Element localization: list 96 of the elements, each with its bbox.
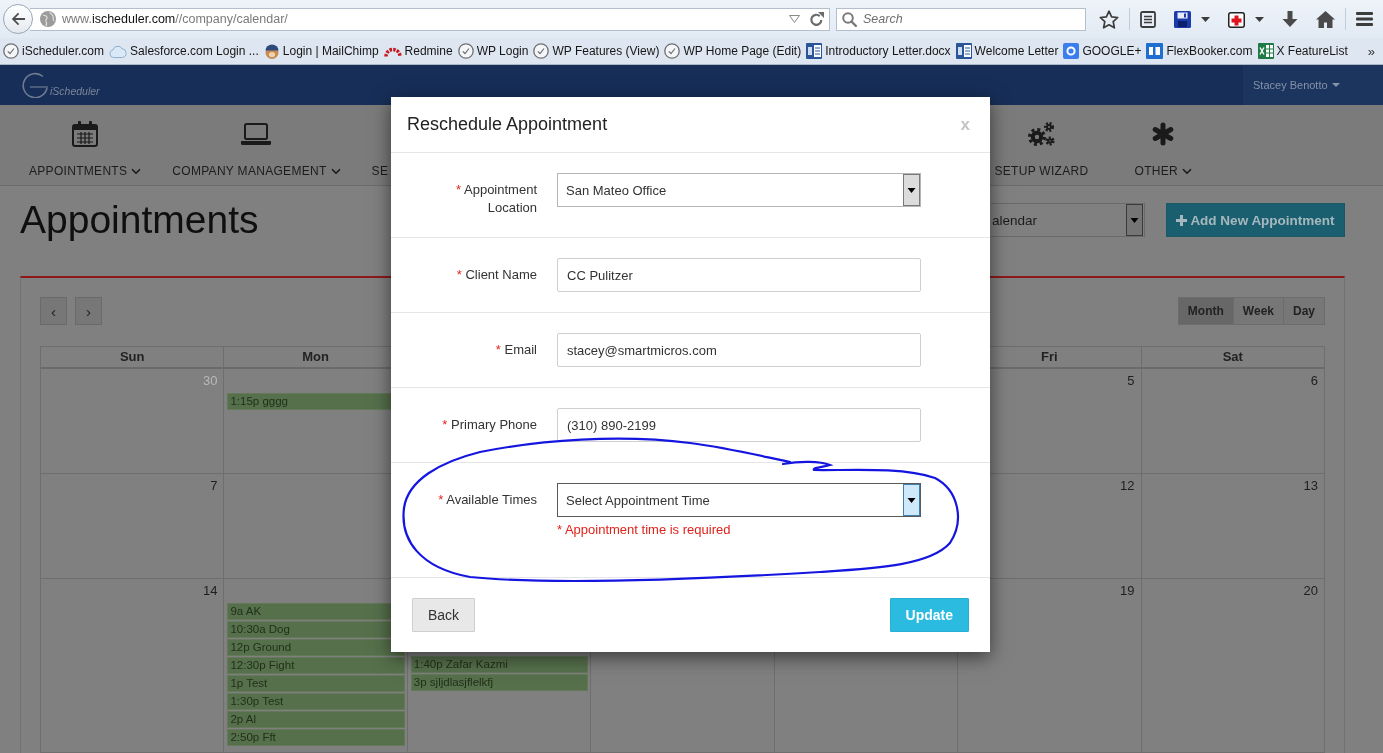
- globe-icon: [40, 11, 56, 27]
- select-field[interactable]: Select Appointment Time: [557, 483, 921, 517]
- bookmark-link[interactable]: FlexBooker.com: [1146, 43, 1253, 59]
- menu-icon[interactable]: [1356, 12, 1373, 26]
- download-icon[interactable]: [1282, 10, 1298, 28]
- day-number: 12: [1120, 478, 1135, 493]
- ring-tile-icon: [1063, 43, 1080, 59]
- search-icon: [842, 11, 857, 27]
- reload-icon[interactable]: [809, 11, 824, 27]
- check-circle-icon: [457, 43, 474, 59]
- calendar-event[interactable]: 1:40p Zafar Kazmi: [410, 656, 589, 673]
- check-circle-icon: [533, 43, 550, 59]
- asterisk-icon: [1151, 122, 1176, 146]
- day-number: 30: [202, 373, 218, 388]
- nav-menu-item[interactable]: APPOINTMENTS: [29, 105, 142, 185]
- text-input[interactable]: stacey@smartmicros.com: [557, 333, 921, 367]
- day-number: 7: [210, 478, 218, 493]
- calendar-event[interactable]: 1p Test: [227, 675, 405, 692]
- bookmark-link[interactable]: Welcome Letter: [955, 43, 1059, 59]
- calendar-event[interactable]: 3p sjljdlasjflelkfj: [410, 674, 589, 691]
- check-circle-icon: [664, 43, 681, 59]
- update-button[interactable]: Update: [889, 598, 969, 632]
- home-icon[interactable]: [1316, 10, 1335, 28]
- field-label: * Available Times: [437, 491, 537, 509]
- calendar-select-field[interactable]: alendar: [991, 203, 1145, 237]
- document-icon: [955, 43, 972, 59]
- page-title: Appointments: [20, 200, 259, 240]
- dropdown-triangle-icon[interactable]: [789, 15, 800, 23]
- modal-title: Reschedule Appointment: [407, 113, 608, 136]
- address-field[interactable]: www.ischeduler.com//company/calendar/: [30, 7, 830, 31]
- plus-icon: [1176, 214, 1188, 226]
- bookmark-link[interactable]: Introductory Letter.docx: [806, 43, 951, 59]
- arrow-left-icon: [10, 11, 26, 27]
- search-field[interactable]: Search: [836, 7, 1086, 31]
- calendar-event[interactable]: 12:30p Fight: [227, 657, 405, 674]
- day-number: 13: [1303, 478, 1318, 493]
- nav-menu-item[interactable]: COMPANY MANAGEMENT: [172, 105, 341, 185]
- calendar-event[interactable]: 2p Al: [227, 711, 405, 728]
- field-label: * Appointment Location: [455, 181, 537, 217]
- field-label: * Primary Phone: [441, 416, 537, 434]
- bookmark-link[interactable]: Salesforce.com Login ...: [109, 44, 259, 58]
- laptop-icon: [241, 123, 272, 145]
- add-appointment-button[interactable]: Add New Appointment: [1166, 203, 1345, 237]
- day-number: 5: [1127, 373, 1135, 388]
- calendar-event[interactable]: 12p Ground: [227, 639, 405, 656]
- next-button[interactable]: ›: [75, 297, 102, 325]
- select-field[interactable]: San Mateo Office: [557, 173, 921, 207]
- bookmarks-overflow-button[interactable]: »: [1365, 43, 1377, 59]
- mascot-icon: [263, 43, 280, 59]
- caret-icon[interactable]: [1201, 16, 1210, 22]
- spreadsheet-icon: [1257, 43, 1274, 59]
- bookmark-link[interactable]: WP Features (View): [533, 43, 660, 59]
- view-tab[interactable]: Month: [1177, 297, 1234, 325]
- view-tab[interactable]: Week: [1232, 297, 1284, 325]
- calendar-event[interactable]: 1:30p Test: [227, 693, 405, 710]
- back-button[interactable]: [3, 4, 33, 34]
- medical-cross-icon[interactable]: [1228, 10, 1245, 28]
- back-button[interactable]: Back: [412, 598, 476, 632]
- caret-icon[interactable]: [1255, 16, 1264, 22]
- error-message: * Appointment time is required: [557, 521, 732, 538]
- day-number: 19: [1120, 583, 1135, 598]
- tile-icon: [1146, 43, 1164, 59]
- text-input[interactable]: CC Pulitzer: [557, 258, 921, 292]
- bookmark-link[interactable]: iScheduler.com: [3, 43, 105, 59]
- day-number: 20: [1303, 583, 1318, 598]
- bookmark-link[interactable]: WP Home Page (Edit): [664, 43, 802, 59]
- day-number: 6: [1310, 373, 1318, 388]
- field-label: * Email: [494, 341, 537, 359]
- logo-icon: [22, 72, 48, 98]
- view-tab[interactable]: Day: [1283, 297, 1325, 325]
- calendar-event[interactable]: 2:50p Fft: [227, 729, 405, 746]
- nav-menu-item[interactable]: OTHER: [1134, 105, 1192, 185]
- check-circle-icon: [3, 43, 19, 59]
- user-menu[interactable]: Stacey Benotto: [1243, 65, 1383, 105]
- day-number: 14: [202, 583, 218, 598]
- nav-menu-item[interactable]: SETUP WIZARD: [994, 105, 1089, 185]
- bookmark-link[interactable]: GOOGLE+: [1063, 43, 1142, 59]
- list-icon[interactable]: [1140, 10, 1156, 28]
- arc-icon: [383, 45, 402, 57]
- cloud-icon: [109, 44, 128, 58]
- bookmark-link[interactable]: WP Login: [457, 43, 529, 59]
- document-icon: [806, 43, 823, 59]
- nav-menu-item[interactable]: SE: [371, 105, 389, 185]
- bookmark-link[interactable]: X FeatureList: [1257, 43, 1348, 59]
- star-icon[interactable]: [1099, 9, 1119, 29]
- gears-icon: [1026, 120, 1057, 148]
- weekday-header: Sun: [41, 347, 225, 367]
- bookmark-link[interactable]: Login | MailChimp: [263, 43, 379, 59]
- previous-button[interactable]: ‹: [40, 297, 67, 325]
- bookmark-link[interactable]: Redmine: [383, 44, 453, 58]
- weekday-header: Sat: [1141, 347, 1325, 367]
- brand-name: iScheduler: [50, 85, 100, 97]
- calendar-icon: [72, 121, 99, 147]
- field-label: * Client Name: [455, 266, 537, 284]
- text-input[interactable]: (310) 890-2199: [557, 408, 921, 442]
- caret-icon: [1331, 83, 1340, 87]
